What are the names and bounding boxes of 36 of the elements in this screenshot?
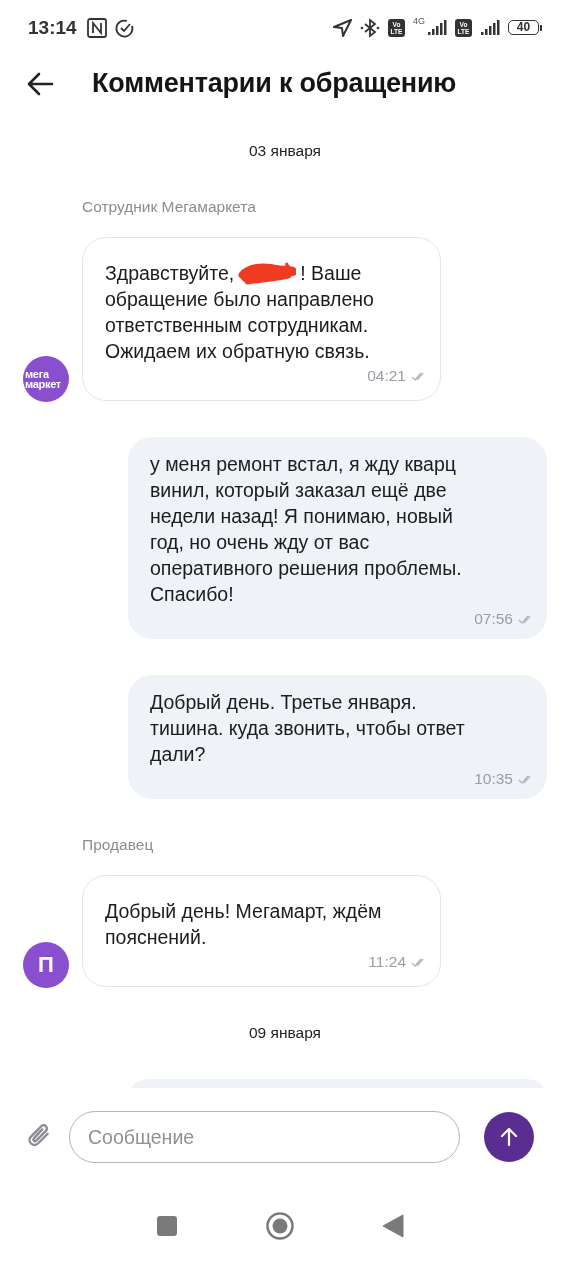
- network-type: 4G: [413, 17, 425, 26]
- message-text: Добрый день! Мегамарт, ждём пояснений.: [105, 899, 383, 950]
- message-text: Добрый день. Третье января. тишина. куда звонить, чтобы ответ дали?: [150, 690, 466, 767]
- arrow-up-icon: [498, 1126, 520, 1148]
- navigation-arrow-icon: [332, 17, 352, 38]
- message-text: обращение было направлено ответственным сотрудникам. Ожидаем их обратную связь.: [105, 287, 375, 364]
- message-time: 10:35: [474, 770, 513, 788]
- message-text: у меня ремонт встал, я жду кварц винил, который заказал ещё две недели назад! Я понимаю, новый год, но очень жду от вас оперативного решения проблемы. Спасибо!: [150, 452, 463, 607]
- bluetooth-icon: [360, 17, 380, 38]
- message-text: ! Ваше: [300, 261, 362, 286]
- redaction-scribble: [238, 261, 297, 285]
- sender-name: Продавец: [82, 835, 154, 855]
- signal-icon: [427, 19, 447, 36]
- date-separator: 03 января: [249, 141, 321, 161]
- message-text: Здравствуйте,: [105, 261, 235, 286]
- message-input[interactable]: Сообщение: [69, 1111, 460, 1163]
- circle-icon: [266, 1212, 294, 1240]
- screen-title: Комментарии к обращению: [92, 68, 457, 99]
- home-button[interactable]: [266, 1212, 294, 1240]
- message-time: 04:21: [367, 367, 406, 385]
- avatar: П: [23, 942, 69, 988]
- signal-icon: [480, 19, 500, 36]
- date-separator: 09 января: [249, 1023, 321, 1043]
- avatar: мега маркет: [23, 356, 69, 402]
- battery-level: 40: [508, 20, 539, 35]
- send-button[interactable]: [484, 1112, 534, 1162]
- message-time: 11:24: [368, 953, 406, 971]
- back-nav-button[interactable]: [382, 1214, 404, 1238]
- nfc-icon: [86, 17, 107, 38]
- clock-time: 13:14: [28, 16, 77, 39]
- recents-button[interactable]: [156, 1215, 178, 1237]
- check-circle-icon: [114, 17, 135, 38]
- sender-name: Сотрудник Мегамаркета: [82, 197, 256, 217]
- triangle-icon: [382, 1214, 404, 1238]
- message-time: 07:56: [474, 610, 513, 628]
- square-icon: [156, 1215, 178, 1237]
